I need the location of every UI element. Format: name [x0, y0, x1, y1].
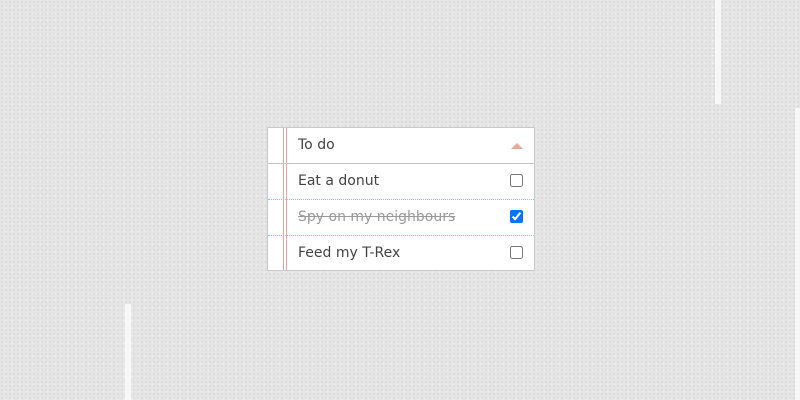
todo-title: To do [298, 137, 335, 153]
todo-item-label: Eat a donut [298, 173, 380, 189]
decorative-bar-bottom-left [125, 304, 131, 400]
todo-item[interactable]: Spy on my neighbours [268, 200, 534, 236]
todo-item-checkbox[interactable] [510, 174, 523, 187]
todo-item-checkbox[interactable] [510, 210, 523, 223]
todo-item[interactable]: Eat a donut [268, 164, 534, 200]
decorative-bar-top-right [715, 0, 721, 104]
todo-item[interactable]: Feed my T-Rex [268, 236, 534, 270]
todo-list-card: To do Eat a donut Spy on my neighbours F… [267, 127, 535, 271]
todo-item-label: Spy on my neighbours [298, 209, 456, 225]
todo-header[interactable]: To do [268, 128, 534, 164]
todo-item-label: Feed my T-Rex [298, 245, 401, 261]
todo-item-checkbox[interactable] [510, 246, 523, 259]
decorative-bar-right-edge [795, 108, 800, 400]
chevron-up-icon[interactable] [511, 143, 523, 149]
